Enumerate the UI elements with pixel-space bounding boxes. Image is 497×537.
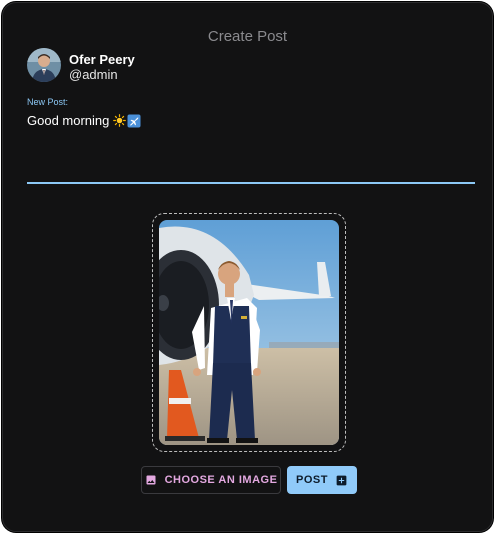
user-avatar (27, 48, 61, 82)
dialog-title: Create Post (207, 28, 288, 45)
post-input-underline (27, 182, 475, 184)
sun-icon (113, 114, 127, 127)
new-post-label: New Post: (27, 97, 69, 107)
image-icon (146, 475, 156, 485)
post-label: POST (296, 474, 328, 486)
choose-image-label: CHOOSE AN IMAGE (164, 474, 278, 486)
post-text: Good morning (27, 113, 110, 128)
airplane-icon (127, 114, 141, 127)
uploaded-photo (159, 220, 339, 445)
user-name: Ofer Peery (69, 52, 135, 67)
post-button[interactable]: POST (287, 466, 357, 494)
post-emojis (113, 114, 141, 128)
user-handle: @admin (69, 67, 118, 82)
post-text-input[interactable]: Good morning (27, 113, 141, 128)
add-box-icon (336, 475, 347, 485)
choose-image-button[interactable]: CHOOSE AN IMAGE (141, 466, 281, 494)
